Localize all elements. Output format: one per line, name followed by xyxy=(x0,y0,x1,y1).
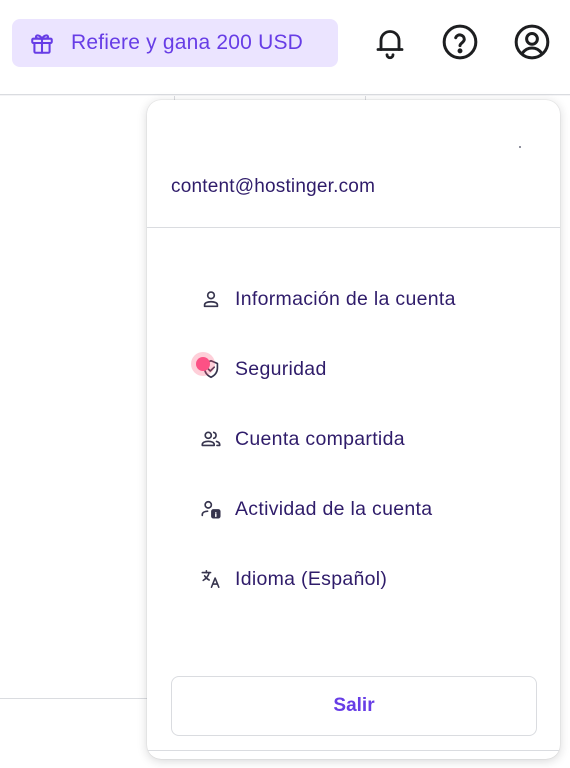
account-menu: Información de la cuenta Seguridad Cuent… xyxy=(147,228,560,751)
translate-icon xyxy=(199,567,223,591)
help-icon[interactable] xyxy=(440,22,480,62)
decorative-dot xyxy=(519,146,521,148)
menu-item-label: Idioma (Español) xyxy=(235,567,388,590)
click-marker xyxy=(191,352,215,376)
menu-item-language[interactable]: Idioma (Español) xyxy=(147,544,560,614)
menu-item-label: Información de la cuenta xyxy=(235,287,456,310)
account-email: content@hostinger.com xyxy=(171,176,376,197)
user-icon xyxy=(199,287,223,311)
divider xyxy=(0,698,150,699)
refer-and-earn-button[interactable]: Refiere y gana 200 USD xyxy=(12,19,338,67)
account-dropdown: content@hostinger.com Información de la … xyxy=(147,100,560,759)
gift-icon xyxy=(28,29,56,57)
menu-item-label: Actividad de la cuenta xyxy=(235,497,433,520)
logout-label: Salir xyxy=(333,695,375,716)
menu-item-account-info[interactable]: Información de la cuenta xyxy=(147,264,560,334)
top-header: Refiere y gana 200 USD xyxy=(0,0,570,95)
refer-label: Refiere y gana 200 USD xyxy=(71,31,304,54)
menu-item-account-activity[interactable]: Actividad de la cuenta xyxy=(147,474,560,544)
menu-item-label: Cuenta compartida xyxy=(235,427,405,450)
account-header: content@hostinger.com xyxy=(147,100,560,228)
menu-item-security[interactable]: Seguridad xyxy=(147,334,560,404)
logout-button[interactable]: Salir xyxy=(171,676,537,736)
user-info-icon xyxy=(199,497,223,521)
menu-item-label: Seguridad xyxy=(235,357,327,380)
user-account-icon[interactable] xyxy=(512,22,552,62)
bell-icon[interactable] xyxy=(370,22,410,62)
menu-item-shared-account[interactable]: Cuenta compartida xyxy=(147,404,560,474)
users-icon xyxy=(199,427,223,451)
